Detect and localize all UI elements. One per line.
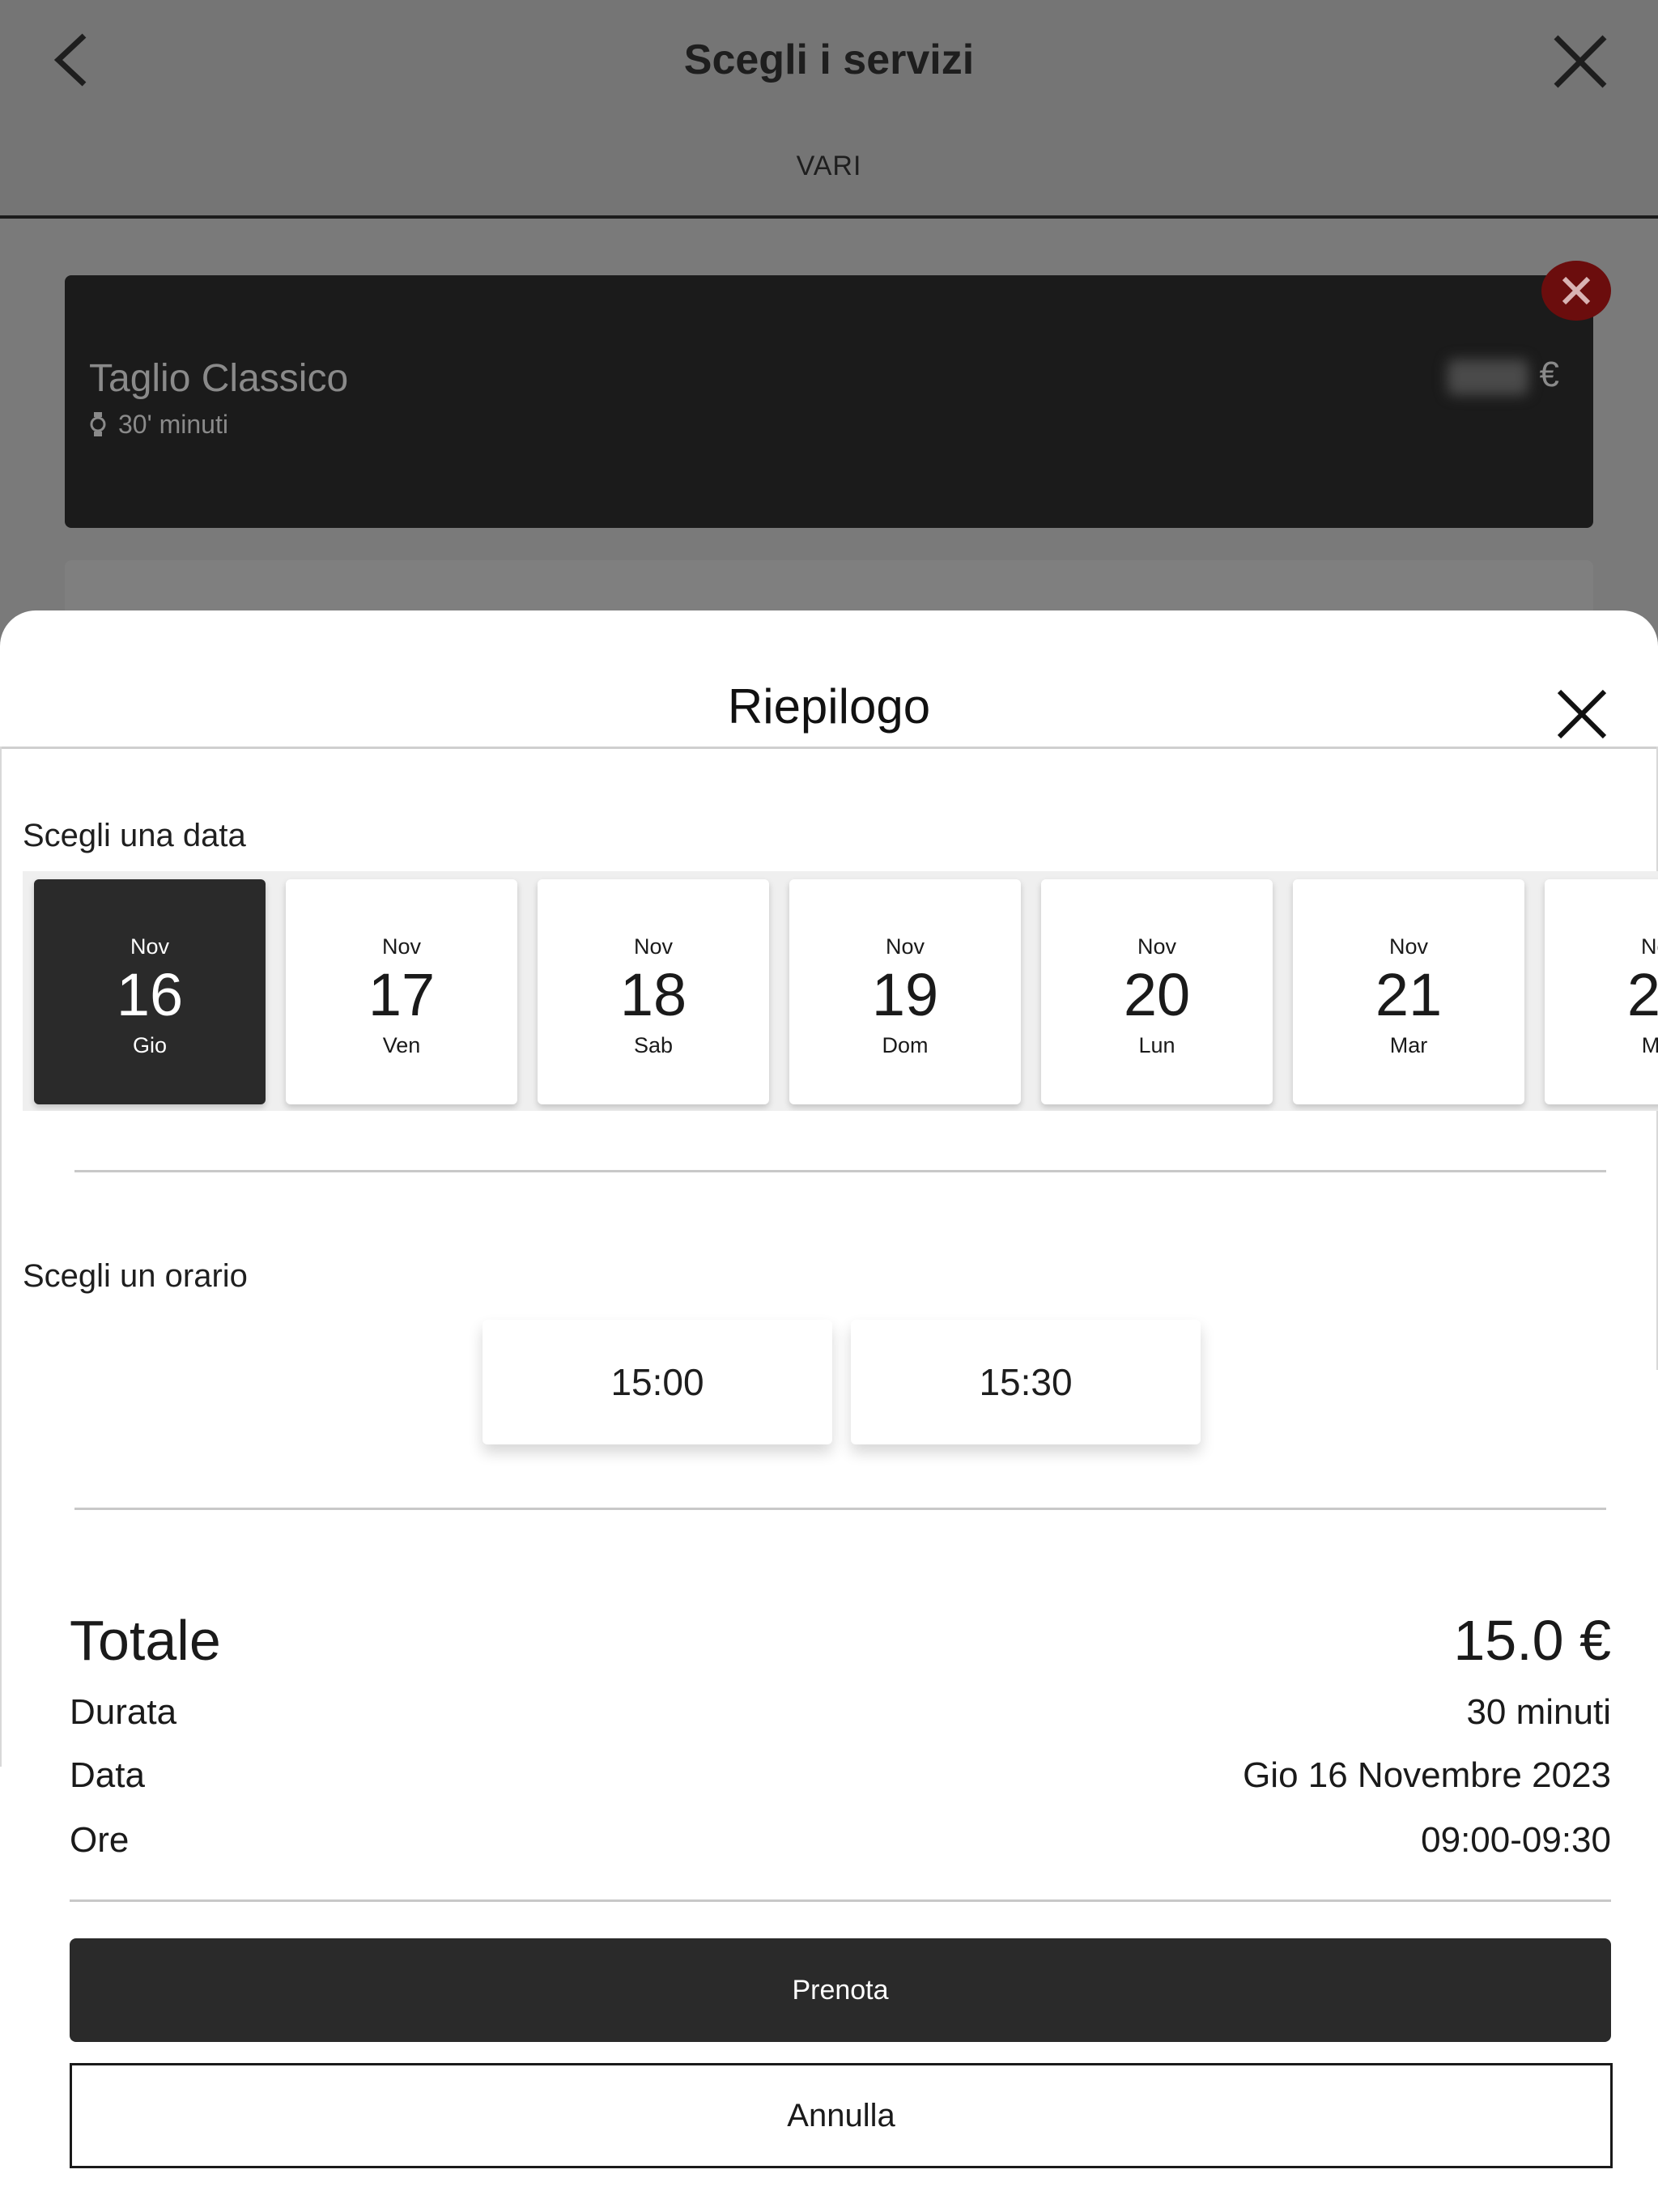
date-weekday: Gio — [132, 1033, 168, 1057]
date-option[interactable]: Nov 19 Dom — [789, 879, 1021, 1104]
time-slot[interactable]: 15:30 — [851, 1320, 1201, 1444]
date-weekday: Ven — [382, 1033, 421, 1057]
summary-sheet: Riepilogo Scegli una data Nov 16 Gio Nov… — [0, 610, 1658, 2212]
tab-vari[interactable]: VARI — [0, 151, 1658, 182]
service-duration-text: 30' minuti — [118, 410, 228, 439]
date-month: Nov — [1137, 934, 1176, 959]
date-weekday: Sab — [633, 1033, 674, 1057]
date-weekday: Lun — [1138, 1033, 1175, 1057]
sheet-title: Riepilogo — [727, 679, 931, 734]
service-duration: 30' minuti — [89, 410, 228, 440]
total-label: Totale — [70, 1609, 221, 1672]
summary-total: Totale 15.0 € — [70, 1608, 1611, 1673]
duration-value: 30 minuti — [1466, 1692, 1611, 1732]
date-month: Nov — [633, 934, 673, 959]
date-month: Nov — [130, 934, 169, 959]
date-day: 20 — [1123, 961, 1191, 1028]
page-title: Scegli i servizi — [683, 36, 975, 83]
date-summary-value: Gio 16 Novembre 2023 — [1243, 1755, 1611, 1795]
date-label: Scegli una data — [23, 818, 246, 853]
date-option[interactable]: Nov 17 Ven — [286, 879, 517, 1104]
price-redacted — [1448, 359, 1528, 395]
date-weekday: Mar — [1389, 1033, 1428, 1057]
date-month: Nov — [1388, 934, 1428, 959]
date-day: 21 — [1375, 961, 1443, 1028]
sheet-divider — [0, 747, 1658, 749]
close-icon[interactable] — [1551, 32, 1609, 91]
date-option[interactable]: Nov 16 Gio — [34, 879, 266, 1104]
date-month: Nov — [381, 934, 421, 959]
date-summary-label: Data — [70, 1755, 145, 1795]
date-picker[interactable]: Nov 16 Gio Nov 17 Ven Nov 18 Sab Nov 19 … — [23, 871, 1658, 1111]
date-weekday: Mer — [1641, 1033, 1658, 1057]
duration-label: Durata — [70, 1692, 177, 1732]
summary-duration: Durata 30 minuti — [70, 1692, 1611, 1734]
service-card[interactable]: Taglio Classico 30' minuti € — [65, 275, 1593, 528]
currency-symbol: € — [1539, 355, 1559, 394]
hours-value: 09:00-09:30 — [1421, 1820, 1611, 1860]
time-label: Scegli un orario — [23, 1258, 248, 1294]
divider — [74, 1508, 1606, 1510]
frame-border — [0, 747, 2, 1767]
cancel-button[interactable]: Annulla — [70, 2063, 1613, 2168]
date-day: 17 — [368, 961, 436, 1028]
date-month: Nov — [885, 934, 925, 959]
date-option[interactable]: Nov 22 Mer — [1545, 879, 1658, 1104]
watch-icon — [90, 412, 106, 436]
time-slot[interactable]: 15:00 — [483, 1320, 832, 1444]
date-day: 18 — [619, 961, 687, 1028]
divider — [70, 1899, 1611, 1902]
app-header: Scegli i servizi VARI — [0, 0, 1658, 219]
date-day: 16 — [116, 961, 184, 1028]
remove-service-icon[interactable] — [1541, 261, 1611, 321]
date-day: 19 — [871, 961, 939, 1028]
date-month: Nov — [1640, 934, 1658, 959]
divider — [74, 1170, 1606, 1172]
date-option[interactable]: Nov 18 Sab — [538, 879, 769, 1104]
total-value: 15.0 € — [1453, 1609, 1611, 1672]
date-weekday: Dom — [882, 1033, 929, 1057]
book-button[interactable]: Prenota — [70, 1938, 1611, 2042]
hours-label: Ore — [70, 1820, 130, 1860]
date-option[interactable]: Nov 20 Lun — [1041, 879, 1273, 1104]
summary-hours: Ore 09:00-09:30 — [70, 1820, 1611, 1862]
date-day: 22 — [1626, 961, 1658, 1028]
date-option[interactable]: Nov 21 Mar — [1293, 879, 1524, 1104]
service-name: Taglio Classico — [89, 357, 349, 400]
summary-date: Data Gio 16 Novembre 2023 — [70, 1755, 1611, 1797]
close-sheet-icon[interactable] — [1556, 688, 1608, 740]
